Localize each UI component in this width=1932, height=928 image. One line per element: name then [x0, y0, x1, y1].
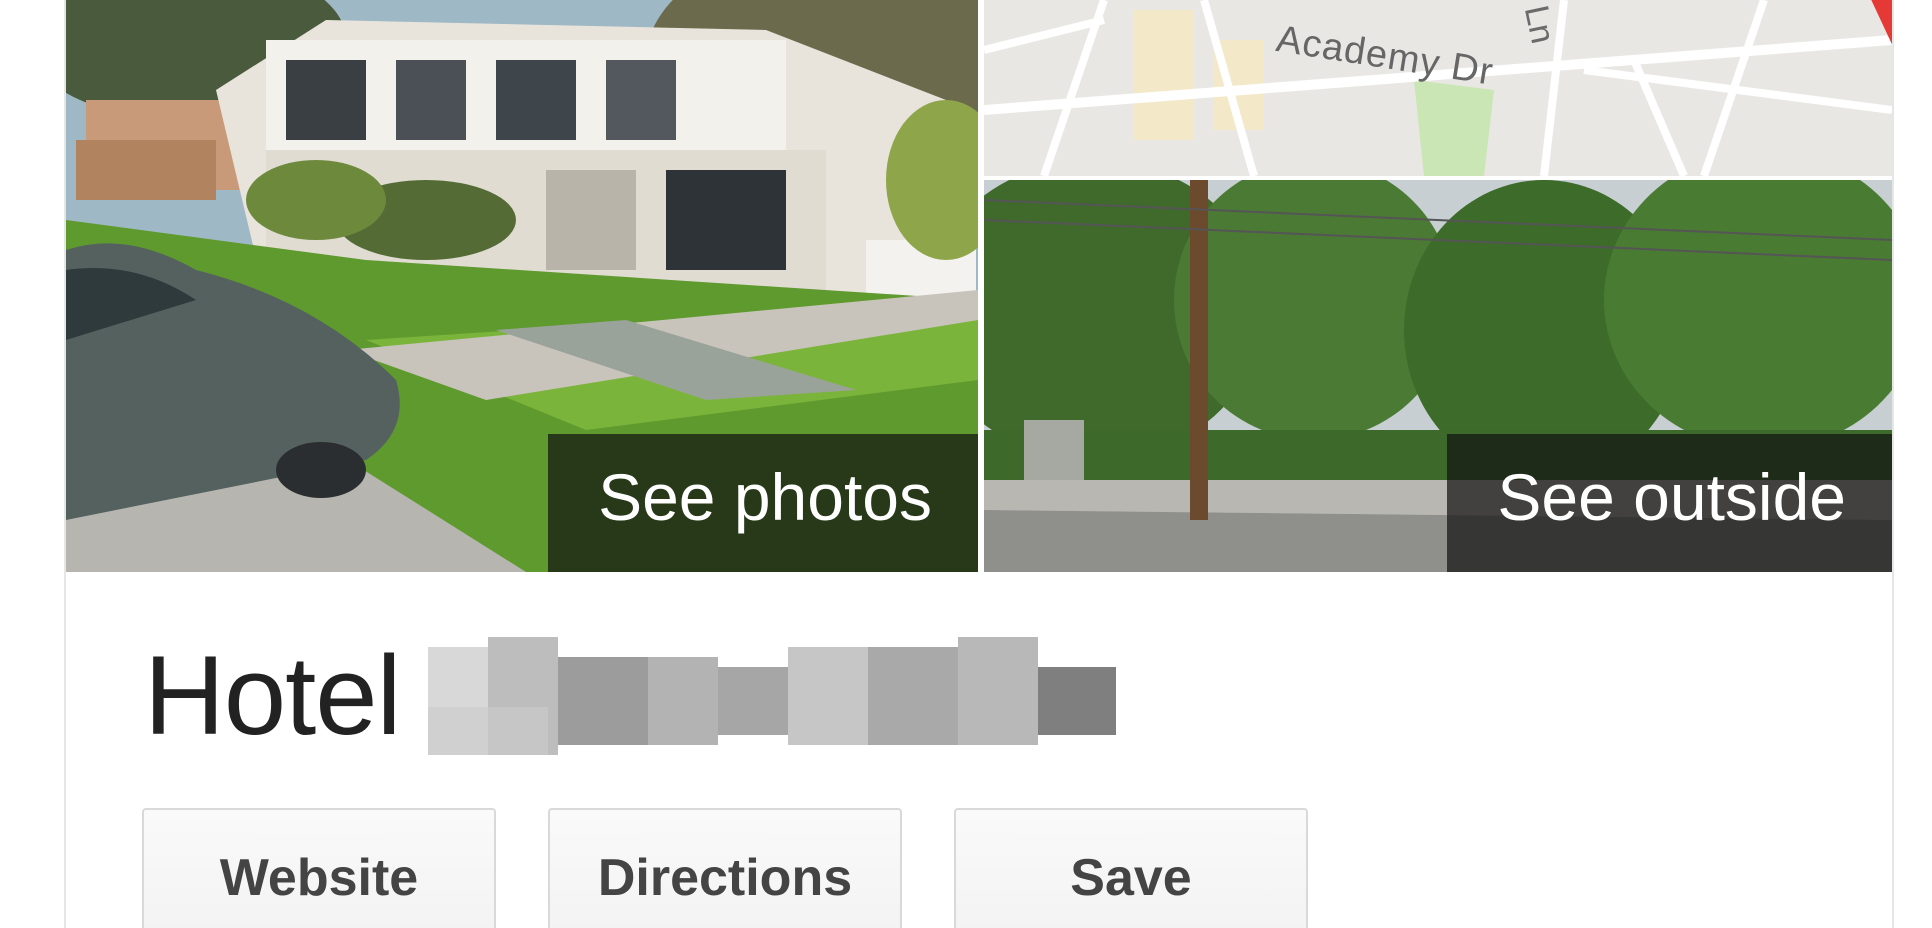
- map-pin-icon: [1871, 0, 1892, 45]
- save-button[interactable]: Save: [954, 808, 1308, 928]
- business-title: Hotel: [144, 633, 1117, 758]
- business-name: Hotel: [144, 633, 401, 758]
- map-tile[interactable]: Academy Dr Ln: [984, 0, 1892, 176]
- see-outside-label[interactable]: See outside: [1447, 434, 1892, 572]
- photos-tile[interactable]: See photos: [66, 0, 978, 572]
- see-photos-label[interactable]: See photos: [548, 434, 978, 572]
- knowledge-panel: See photos Academy Dr Ln See outside Hot…: [64, 0, 1894, 928]
- redacted-name-pixelation: [428, 637, 1117, 755]
- street-view-tile[interactable]: See outside: [984, 180, 1892, 572]
- website-button[interactable]: Website: [142, 808, 496, 928]
- action-buttons: Website Directions Save: [142, 808, 1308, 928]
- directions-button[interactable]: Directions: [548, 808, 902, 928]
